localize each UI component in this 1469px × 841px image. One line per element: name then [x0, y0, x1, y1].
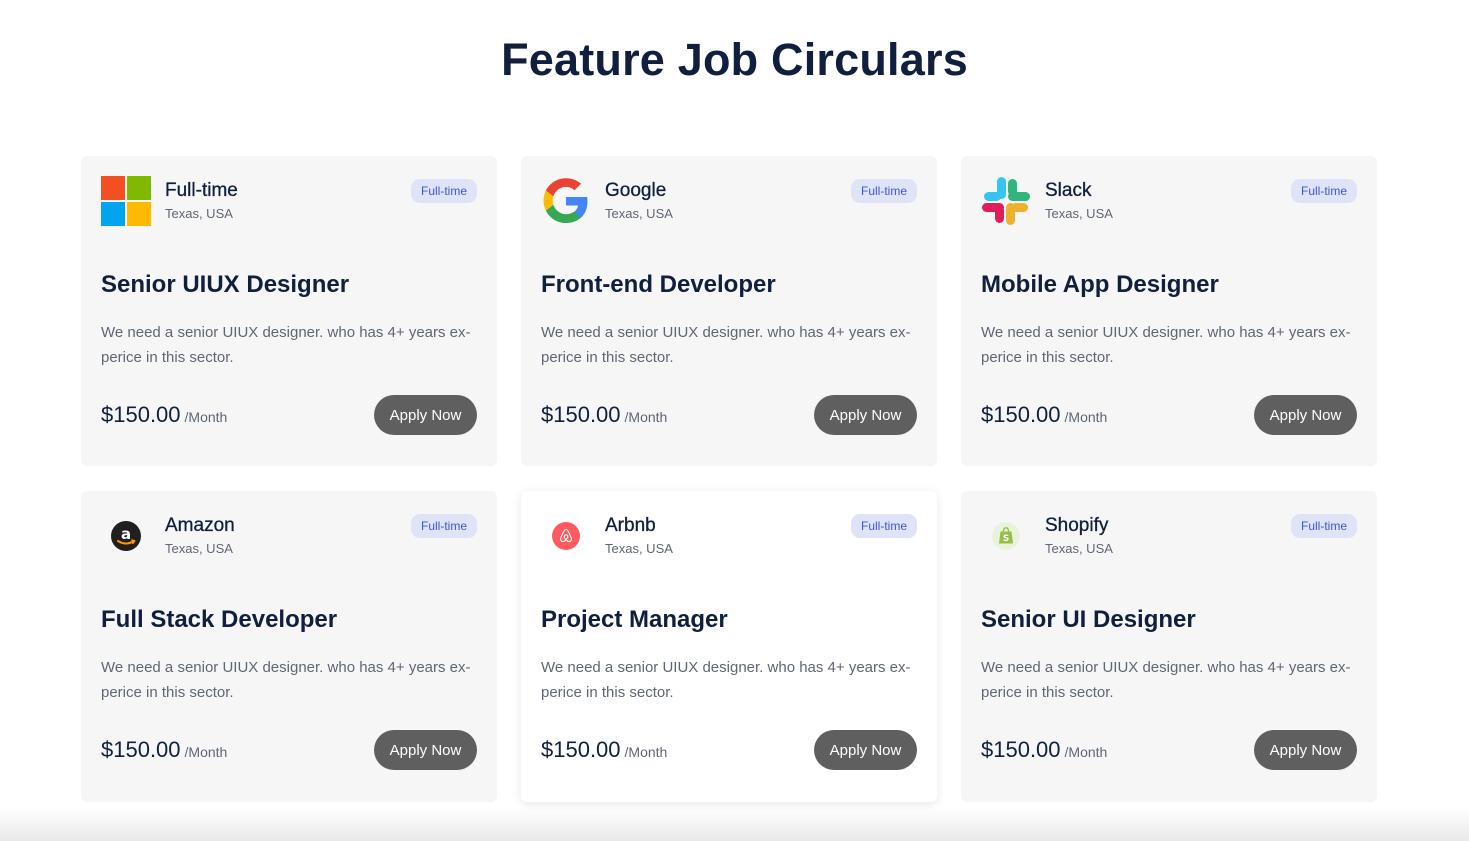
apply-now-button[interactable]: Apply Now — [814, 730, 917, 770]
company-location: Texas, USA — [165, 206, 233, 221]
company-info: Amazon Texas, USA — [165, 511, 235, 558]
company-name: Google — [605, 180, 667, 201]
company-name: Shopify — [1045, 515, 1109, 536]
job-card[interactable]: S Shopify Texas, USA Full-time Senior UI… — [961, 491, 1377, 802]
job-title[interactable]: Front-end Developer — [541, 270, 917, 300]
salary-amount: $150.00 — [981, 737, 1061, 762]
company-location: Texas, USA — [605, 206, 673, 221]
salary: $150.00/Month — [981, 737, 1107, 763]
job-description: We need a senior UIUX designer. who has … — [541, 324, 911, 366]
job-card[interactable]: Google Texas, USA Full-time Front-end De… — [521, 156, 937, 466]
job-description: We need a senior UIUX designer. who has … — [981, 324, 1351, 366]
job-grid: Full-time Texas, USA Full-time Senior UI… — [81, 156, 1377, 802]
job-title[interactable]: Full Stack Developer — [101, 605, 477, 635]
job-title[interactable]: Senior UIUX Designer — [101, 270, 477, 300]
job-card[interactable]: Full-time Texas, USA Full-time Senior UI… — [81, 156, 497, 466]
microsoft-logo-icon — [101, 176, 151, 226]
job-card-footer: $150.00/Month Apply Now — [541, 395, 917, 435]
job-type-badge: Full-time — [850, 514, 917, 538]
job-card-header: Slack Texas, USA Full-time — [981, 176, 1357, 228]
apply-now-button[interactable]: Apply Now — [814, 395, 917, 435]
job-card-footer: $150.00/Month Apply Now — [541, 730, 917, 770]
job-card[interactable]: a Amazon Texas, USA Full-time Full Stack… — [81, 491, 497, 802]
company-name: Arbnb — [605, 515, 656, 536]
svg-text:a: a — [121, 525, 131, 543]
bottom-fade — [0, 807, 1469, 841]
apply-now-button[interactable]: Apply Now — [374, 730, 477, 770]
apply-now-button[interactable]: Apply Now — [374, 395, 477, 435]
salary-amount: $150.00 — [981, 402, 1061, 427]
salary-amount: $150.00 — [541, 737, 621, 762]
job-type-badge: Full-time — [410, 179, 477, 203]
company-name: Amazon — [165, 515, 235, 536]
company-info: Google Texas, USA — [605, 176, 673, 223]
job-card-footer: $150.00/Month Apply Now — [981, 395, 1357, 435]
job-type-badge: Full-time — [1290, 514, 1357, 538]
page-title: Feature Job Circulars — [501, 34, 968, 85]
apply-now-button[interactable]: Apply Now — [1254, 395, 1357, 435]
salary-amount: $150.00 — [101, 737, 181, 762]
shopify-logo-icon: S — [981, 511, 1031, 561]
salary-period: /Month — [624, 409, 668, 425]
company-location: Texas, USA — [605, 541, 673, 556]
salary-period: /Month — [1064, 409, 1108, 425]
job-card-footer: $150.00/Month Apply Now — [981, 730, 1357, 770]
company-location: Texas, USA — [1045, 206, 1113, 221]
airbnb-logo-icon — [541, 511, 591, 561]
page: Feature Job Circulars Full-time Texas, U… — [0, 0, 1469, 841]
slack-logo-icon — [981, 176, 1031, 226]
salary-period: /Month — [1064, 744, 1108, 760]
company-name: Full-time — [165, 180, 238, 201]
job-title[interactable]: Mobile App Designer — [981, 270, 1357, 300]
salary-period: /Month — [184, 409, 228, 425]
job-description: We need a senior UIUX designer. who has … — [101, 324, 471, 366]
salary-period: /Month — [184, 744, 228, 760]
salary: $150.00/Month — [541, 402, 667, 428]
company-info: Arbnb Texas, USA — [605, 511, 673, 558]
job-type-badge: Full-time — [1290, 179, 1357, 203]
job-description: We need a senior UIUX designer. who has … — [981, 659, 1351, 701]
job-card-header: a Amazon Texas, USA Full-time — [101, 511, 477, 563]
job-card-footer: $150.00/Month Apply Now — [101, 395, 477, 435]
job-description: We need a senior UIUX designer. who has … — [101, 659, 471, 701]
job-card-header: Google Texas, USA Full-time — [541, 176, 917, 228]
company-location: Texas, USA — [1045, 541, 1113, 556]
salary-amount: $150.00 — [101, 402, 181, 427]
google-logo-icon — [541, 176, 591, 226]
job-title[interactable]: Senior UI Designer — [981, 605, 1357, 635]
amazon-logo-icon: a — [101, 511, 151, 561]
job-title[interactable]: Project Manager — [541, 605, 917, 635]
salary: $150.00/Month — [101, 402, 227, 428]
salary-amount: $150.00 — [541, 402, 621, 427]
company-info: Slack Texas, USA — [1045, 176, 1113, 223]
salary-period: /Month — [624, 744, 668, 760]
job-description: We need a senior UIUX designer. who has … — [541, 659, 911, 701]
job-card[interactable]: Slack Texas, USA Full-time Mobile App De… — [961, 156, 1377, 466]
salary: $150.00/Month — [101, 737, 227, 763]
company-location: Texas, USA — [165, 541, 233, 556]
job-card-footer: $150.00/Month Apply Now — [101, 730, 477, 770]
company-info: Shopify Texas, USA — [1045, 511, 1113, 558]
salary: $150.00/Month — [541, 737, 667, 763]
job-card[interactable]: Arbnb Texas, USA Full-time Project Manag… — [521, 491, 937, 802]
job-card-header: Full-time Texas, USA Full-time — [101, 176, 477, 228]
job-type-badge: Full-time — [850, 179, 917, 203]
svg-text:S: S — [1003, 534, 1009, 544]
company-info: Full-time Texas, USA — [165, 176, 238, 223]
job-card-header: S Shopify Texas, USA Full-time — [981, 511, 1357, 563]
job-type-badge: Full-time — [410, 514, 477, 538]
job-card-header: Arbnb Texas, USA Full-time — [541, 511, 917, 563]
salary: $150.00/Month — [981, 402, 1107, 428]
company-name: Slack — [1045, 180, 1092, 201]
apply-now-button[interactable]: Apply Now — [1254, 730, 1357, 770]
